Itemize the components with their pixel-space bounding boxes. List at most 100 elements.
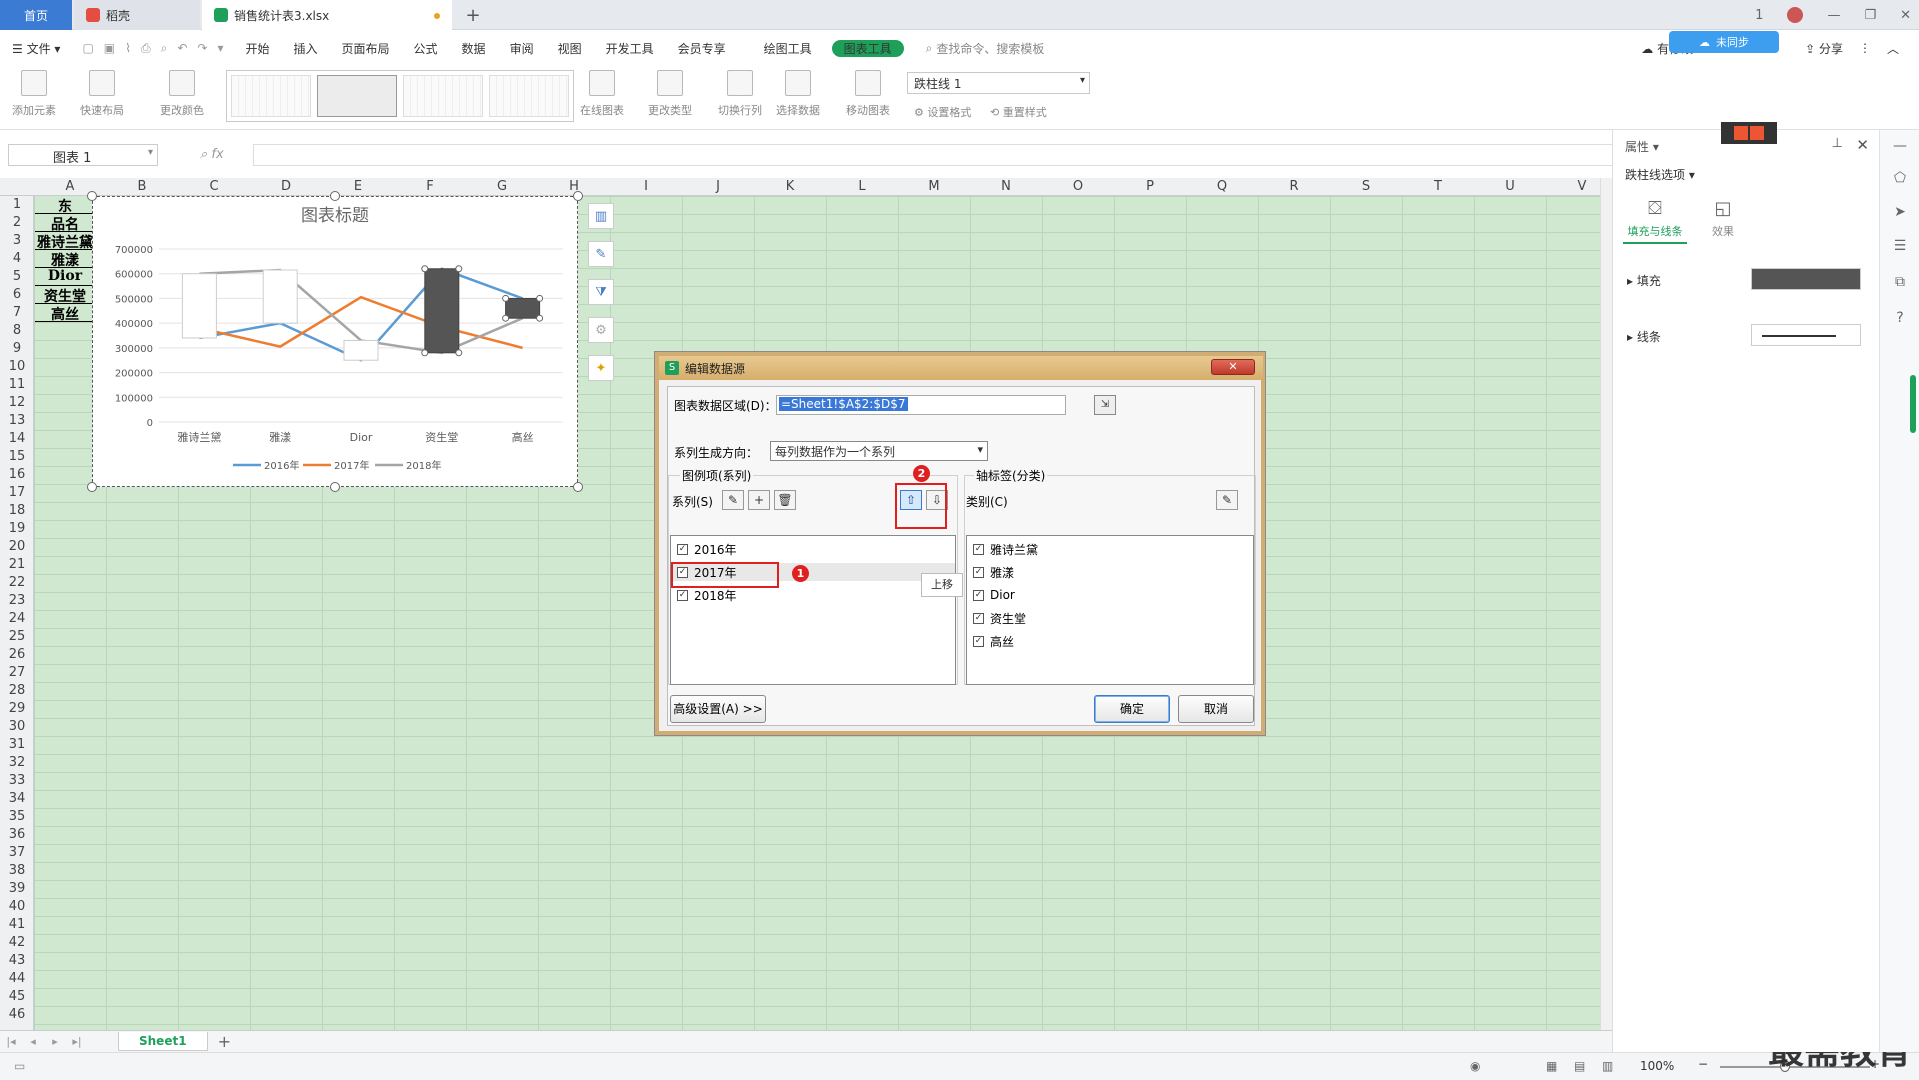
column-header[interactable]: G [466,178,538,196]
row-header[interactable]: 11 [0,376,34,394]
tab-effect[interactable]: ◱ 效果 [1691,198,1755,239]
format-painter-icon[interactable]: ⌇ [125,41,131,56]
row-header[interactable]: 6 [0,286,34,304]
tab-daoke[interactable]: 稻壳 [74,0,200,30]
switch-row-col-button[interactable]: 切换行列 [718,70,762,118]
cell-a[interactable]: 品名 [35,214,95,232]
row-header[interactable]: 4 [0,250,34,268]
row-header[interactable]: 1 [0,196,34,214]
resize-handle[interactable] [573,191,583,201]
chart-elements-icon[interactable]: ▥ [588,203,614,229]
add-element-button[interactable]: 添加元素 [12,70,56,118]
new-doc-icon[interactable]: ▢ [82,41,93,56]
save-icon[interactable]: ▣ [104,41,115,56]
row-header[interactable]: 5 [0,268,34,286]
fill-color-select[interactable] [1751,268,1861,290]
row-header[interactable]: 38 [0,862,34,880]
formula-input[interactable] [253,144,1613,166]
minimize-button[interactable]: — [1827,8,1840,23]
cell-a[interactable]: Dior [35,268,95,286]
rail-scroll-indicator[interactable] [1910,375,1916,433]
column-header[interactable]: P [1114,178,1186,196]
change-type-button[interactable]: 更改类型 [648,70,692,118]
row-header[interactable]: 30 [0,718,34,736]
menu-view[interactable]: 视图 [546,40,594,57]
row-header[interactable]: 17 [0,484,34,502]
share-button[interactable]: ⇪ 分享 [1805,40,1843,57]
quick-layout-button[interactable]: 快速布局 [80,70,124,118]
row-header[interactable]: 28 [0,682,34,700]
new-tab-button[interactable]: + [458,0,488,30]
chart-settings-icon[interactable]: ⚙ [588,317,614,343]
menu-start[interactable]: 开始 [233,40,281,57]
row-header[interactable]: 2 [0,214,34,232]
column-header[interactable]: K [754,178,826,196]
set-format-button[interactable]: ⚙ 设置格式 [914,104,971,120]
row-header[interactable]: 20 [0,538,34,556]
row-header[interactable]: 27 [0,664,34,682]
add-series-icon[interactable]: + [748,490,770,510]
checkbox-checked-icon[interactable]: ✓ [677,543,688,555]
column-header[interactable]: C [178,178,250,196]
panel-title[interactable]: 属性 ▾ [1625,138,1659,155]
column-header[interactable]: O [1042,178,1114,196]
cell-a[interactable]: 雅诗兰黛 [35,232,95,250]
row-header[interactable]: 37 [0,844,34,862]
print-preview-icon[interactable]: ⌕ [161,41,168,56]
row-header[interactable]: 25 [0,628,34,646]
normal-view-icon[interactable]: ▦ [1546,1059,1557,1073]
edit-series-icon[interactable]: ✎ [722,490,744,510]
select-data-button[interactable]: 选择数据 [776,70,820,118]
ime-toolbar[interactable] [1721,122,1777,144]
tab-spreadsheet-file[interactable]: 销售统计表3.xlsx [202,0,452,30]
resize-handle[interactable] [330,191,340,201]
delete-series-icon[interactable]: 🗑 [774,490,796,510]
direction-select[interactable]: 每列数据作为一个系列 [770,441,988,461]
category-item[interactable]: ✓ 雅诗兰黛 [973,540,1038,558]
cancel-button[interactable]: 取消 [1178,695,1254,723]
row-header[interactable]: 8 [0,322,34,340]
row-header[interactable]: 7 [0,304,34,322]
menu-drawing-tools[interactable]: 绘图工具 [752,40,824,57]
row-header[interactable]: 40 [0,898,34,916]
chart-style-4[interactable] [489,75,569,117]
sheet-tab-sheet1[interactable]: Sheet1 [118,1032,208,1051]
row-header[interactable]: 19 [0,520,34,538]
column-header[interactable]: D [250,178,322,196]
cell-a[interactable]: 高丝 [35,304,95,322]
fx-icon[interactable]: fx [211,147,223,162]
category-item[interactable]: ✓ Dior [973,586,1015,604]
cell-a[interactable]: 雅漾 [35,250,95,268]
row-header[interactable]: 3 [0,232,34,250]
rail-shape-icon[interactable]: ⬠ [1891,170,1909,188]
edit-category-icon[interactable]: ✎ [1216,490,1238,510]
column-header[interactable]: I [610,178,682,196]
row-header[interactable]: 45 [0,988,34,1006]
file-menu[interactable]: ☰ 文件 ▾ [0,40,72,57]
chart-style-1[interactable] [231,75,311,117]
panel-close-icon[interactable]: ✕ [1856,136,1869,154]
column-header[interactable]: F [394,178,466,196]
range-input[interactable]: =Sheet1!$A$2:$D$7 [776,395,1066,415]
reset-style-button[interactable]: ⟲ 重置样式 [990,104,1047,120]
row-header[interactable]: 21 [0,556,34,574]
chart-style-3[interactable] [403,75,483,117]
resize-handle[interactable] [87,482,97,492]
menu-formula[interactable]: 公式 [402,40,450,57]
row-header[interactable]: 26 [0,646,34,664]
checkbox-checked-icon[interactable]: ✓ [677,589,688,601]
cell-a[interactable]: 东 [35,196,95,214]
chart-style-brush-icon[interactable]: ✎ [588,241,614,267]
row-header[interactable]: 39 [0,880,34,898]
advanced-settings-button[interactable]: 高级设置(A) >> [670,695,766,723]
undo-icon[interactable]: ↶ [177,41,187,56]
chart-filter-icon[interactable]: ⧩ [588,279,614,305]
rail-minus-icon[interactable]: — [1891,138,1909,156]
fill-section-toggle[interactable]: ▸ 填充 [1627,272,1661,289]
row-header[interactable]: 18 [0,502,34,520]
menu-data[interactable]: 数据 [450,40,498,57]
chart-object[interactable]: 图表标题 0 100000 200000 300000 400000 500000 60000… [92,196,578,487]
name-box[interactable]: 图表 1 ▾ [8,144,158,166]
column-header[interactable]: T [1402,178,1474,196]
menu-review[interactable]: 审阅 [498,40,546,57]
